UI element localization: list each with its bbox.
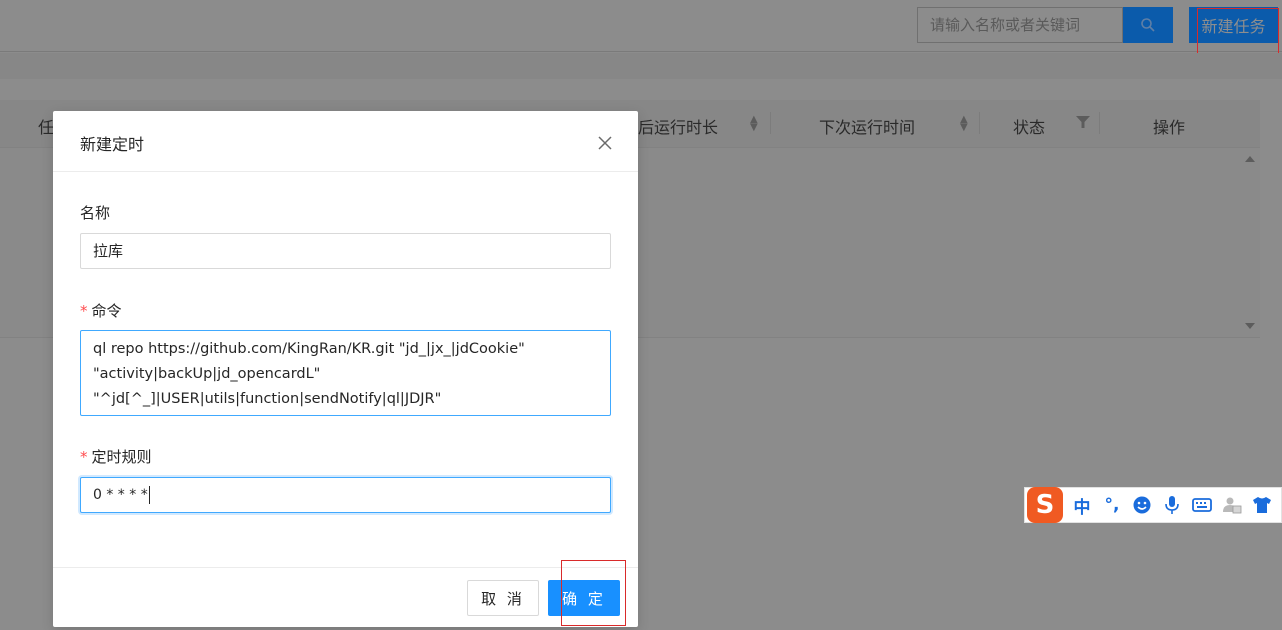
column-header-next-run[interactable]: 下次运行时间 [819, 114, 915, 138]
text-caret [148, 486, 150, 504]
new-task-button[interactable]: 新建任务 [1189, 7, 1278, 43]
scroll-down-arrow-icon[interactable] [1245, 323, 1255, 329]
content-spacer [0, 79, 1282, 100]
emoji-icon[interactable] [1127, 490, 1157, 520]
close-icon[interactable] [593, 131, 617, 155]
sort-icon[interactable]: ▲ ▼ [750, 115, 758, 133]
user-card-icon[interactable] [1217, 490, 1247, 520]
confirm-button[interactable]: 确 定 [548, 580, 620, 616]
filter-icon[interactable] [1076, 116, 1090, 132]
skin-icon[interactable] [1247, 490, 1277, 520]
column-header-name[interactable]: 任 [38, 114, 54, 138]
dialog-header: 新建定时 [53, 111, 638, 172]
ime-punctuation-toggle[interactable]: °, [1097, 490, 1127, 520]
name-input[interactable]: 拉库 [80, 233, 611, 269]
sort-icon[interactable]: ▲ ▼ [960, 115, 968, 133]
column-header-status[interactable]: 状态 [1013, 114, 1045, 138]
cancel-button[interactable]: 取 消 [467, 580, 539, 616]
tab-band [0, 53, 1282, 79]
keyboard-icon[interactable] [1187, 490, 1217, 520]
column-header-actions: 操作 [1153, 118, 1186, 137]
new-cron-dialog: 新建定时 名称 拉库 * 命令 ql repo https://github.co… [53, 111, 638, 627]
dialog-title: 新建定时 [80, 135, 145, 154]
dialog-footer: 取 消 确 定 [53, 567, 638, 627]
command-label-text: 命令 [91, 302, 122, 320]
cron-value: 0 * * * * [93, 487, 148, 503]
ime-toolbar: S 中 °, [1024, 487, 1282, 523]
column-divider [770, 112, 771, 134]
column-divider [1099, 112, 1100, 134]
cron-label-text: 定时规则 [91, 448, 152, 466]
column-divider [979, 112, 980, 134]
microphone-icon[interactable] [1157, 490, 1187, 520]
search-input[interactable] [917, 7, 1123, 43]
command-textarea[interactable]: ql repo https://github.com/KingRan/KR.gi… [80, 330, 611, 416]
cron-label: * 定时规则 [80, 446, 152, 467]
name-label: 名称 [80, 204, 111, 222]
search-box [917, 7, 1173, 43]
search-button[interactable] [1123, 7, 1173, 43]
table-scrollbar[interactable] [1239, 148, 1259, 338]
cron-input[interactable]: 0 * * * * [80, 477, 611, 513]
sogou-logo-icon[interactable]: S [1027, 487, 1063, 523]
required-mark: * [80, 302, 88, 320]
scroll-up-arrow-icon[interactable] [1245, 156, 1255, 162]
required-mark: * [80, 448, 88, 466]
search-icon [1141, 18, 1155, 32]
ime-mode-toggle[interactable]: 中 [1067, 490, 1097, 520]
command-label: * 命令 [80, 300, 122, 321]
